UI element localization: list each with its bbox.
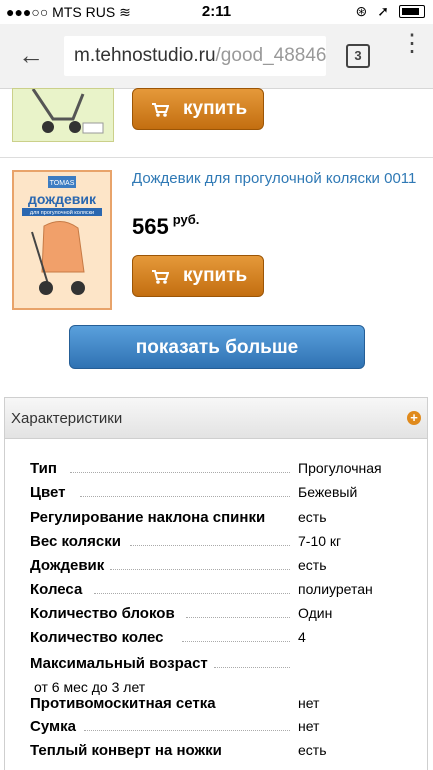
product-image[interactable]	[12, 88, 114, 142]
buy-button[interactable]: купить	[132, 88, 264, 130]
spec-value: 4	[298, 629, 306, 645]
dots	[182, 641, 290, 642]
spec-key: Цвет	[30, 484, 66, 501]
product-image[interactable]: TOMAS дождевик для прогулочной коляски	[12, 170, 112, 310]
dots	[80, 496, 290, 497]
address-bar[interactable]: m.tehnostudio.ru/good_48846	[64, 36, 326, 76]
price-currency: руб.	[172, 212, 200, 227]
spec-subvalue: от 6 мес до 3 лет	[34, 679, 146, 695]
spec-value: 7-10 кг	[298, 533, 342, 549]
browser-toolbar: ← m.tehnostudio.ru/good_48846 3 ⋮	[0, 24, 433, 89]
raincoat-product-picture: TOMAS дождевик для прогулочной коляски	[14, 172, 110, 308]
dots	[214, 667, 290, 668]
expand-plus-icon[interactable]: +	[407, 411, 421, 425]
buy-button[interactable]: купить	[132, 255, 264, 297]
url-domain: m.tehnostudio.ru	[74, 45, 216, 66]
spec-value: есть	[298, 742, 327, 758]
product-title-link[interactable]: Дождевик для прогулочной коляски 0011	[132, 170, 422, 187]
spec-value: есть	[298, 557, 327, 573]
url-path: /good_48846	[215, 45, 326, 66]
buy-button-label: купить	[183, 98, 248, 119]
spec-key: Колеса	[30, 581, 83, 598]
buy-button-label: купить	[183, 265, 248, 286]
dots	[94, 593, 290, 594]
specs-title: Характеристики	[11, 410, 123, 427]
battery-icon	[399, 5, 425, 18]
status-bar: ●●●○○ MTS RUS ≋ 2:11 ⊛ ➚	[0, 0, 433, 24]
svg-text:для прогулочной коляски: для прогулочной коляски	[30, 209, 94, 216]
dots	[186, 617, 290, 618]
location-icon: ➚	[377, 3, 389, 19]
svg-text:дождевик: дождевик	[28, 191, 97, 207]
cart-icon	[151, 269, 170, 284]
spec-value: Бежевый	[298, 484, 358, 500]
price-value: 565	[132, 214, 169, 239]
status-right: ⊛ ➚	[356, 3, 425, 20]
dots	[110, 569, 290, 570]
cart-icon	[151, 102, 170, 117]
spec-value: полиуретан	[298, 581, 373, 597]
spec-key: Дождевик	[30, 557, 105, 574]
spec-key: Сумка	[30, 718, 76, 735]
spec-key: Противомоскитная сетка	[30, 695, 216, 712]
stroller-icon	[19, 89, 107, 141]
dots	[70, 472, 290, 473]
overflow-menu-icon[interactable]: ⋮	[400, 32, 424, 56]
back-arrow-icon[interactable]: ←	[18, 40, 44, 71]
spec-value: нет	[298, 718, 320, 734]
spec-key: Количество колес	[30, 629, 164, 646]
spec-key: Вес коляски	[30, 533, 121, 550]
spec-key: Теплый конверт на ножки	[30, 742, 222, 759]
spec-value: Один	[298, 605, 333, 621]
spec-value: нет	[298, 695, 320, 711]
spec-key: Регулирование наклона спинки	[30, 509, 266, 526]
specs-header[interactable]: Характеристики +	[4, 397, 428, 439]
dots	[84, 730, 290, 731]
spec-value: Прогулочная	[298, 460, 382, 476]
svg-text:TOMAS: TOMAS	[50, 180, 75, 187]
orientation-lock-icon: ⊛	[355, 3, 368, 19]
spec-value: есть	[298, 509, 327, 525]
dots	[130, 545, 290, 546]
show-more-button[interactable]: показать больше	[69, 325, 365, 369]
spec-key: Максимальный возраст	[30, 655, 208, 672]
tab-switcher-button[interactable]: 3	[346, 44, 370, 68]
spec-key: Тип	[30, 460, 57, 477]
spec-key: Количество блоков	[30, 605, 175, 622]
product-price: 565 руб.	[132, 212, 200, 240]
divider	[0, 157, 433, 158]
